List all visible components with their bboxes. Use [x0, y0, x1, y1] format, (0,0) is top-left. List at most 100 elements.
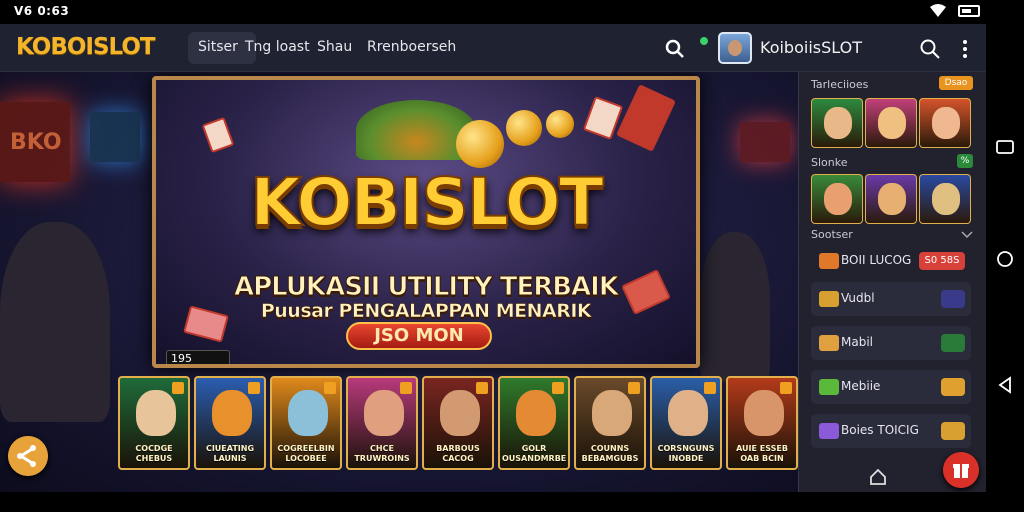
character-portrait [592, 390, 632, 436]
section-title-3: Sootser [811, 228, 853, 241]
row-label: Mebiie [841, 379, 881, 393]
section-badge-2[interactable]: % [957, 154, 973, 168]
banner-title: KOBISLOT [249, 163, 605, 242]
row-action-button[interactable]: S0 58S [919, 252, 965, 270]
screenshot-icon[interactable] [994, 136, 1016, 158]
sidebar-game-thumb[interactable] [811, 174, 863, 224]
game-tile[interactable]: COUNNS BEBAMGUBS [574, 376, 646, 470]
system-nav-bar [986, 24, 1024, 492]
character-portrait [364, 390, 404, 436]
tile-badge [476, 382, 488, 394]
sidebar-row[interactable]: Mabil [811, 326, 971, 360]
row-label: Vudbl [841, 291, 875, 305]
row-icon [819, 291, 839, 307]
game-tile-label: CHCE TRUWROINS [354, 444, 410, 463]
flying-card [616, 84, 676, 152]
tile-badge [628, 382, 640, 394]
section-title-2: Slonke [811, 156, 848, 169]
nav-item-3[interactable]: Shau [317, 39, 352, 55]
character-portrait [288, 390, 328, 436]
tile-badge [324, 382, 336, 394]
row-action-button[interactable] [941, 422, 965, 440]
tile-badge [248, 382, 260, 394]
character-portrait [668, 390, 708, 436]
game-tile-label: COGREELBIN LOCOBEE [277, 444, 335, 463]
game-tile-label: AUIE ESSEB OAB BCIN [736, 444, 788, 463]
character-portrait [878, 183, 906, 215]
gift-button-icon[interactable] [943, 452, 979, 488]
background-person [0, 222, 110, 422]
game-tile[interactable]: COGREELBIN LOCOBEE [270, 376, 342, 470]
user-avatar[interactable] [718, 32, 752, 64]
search-button-icon[interactable] [918, 37, 942, 61]
game-tile[interactable]: CORSNGUNS INOBDE [650, 376, 722, 470]
banner-tagline: Puusar PENGALAPPAN MENARIK [260, 300, 592, 323]
back-triangle-icon[interactable] [994, 374, 1016, 396]
status-time: V6 0:63 [14, 4, 70, 18]
game-tile[interactable]: CIUEATING LAUNIS [194, 376, 266, 470]
gold-coin [456, 120, 504, 168]
share-icon[interactable] [8, 436, 48, 476]
row-label: BOII LUCOG [841, 253, 912, 267]
sidebar-row[interactable]: Vudbl [811, 282, 971, 316]
home-icon[interactable] [869, 468, 887, 486]
sidebar-game-thumb[interactable] [811, 98, 863, 148]
game-tiles-row: COCDGE CHEBUS CIUEATING LAUNIS COGREELBIN … [118, 376, 798, 472]
tile-badge [704, 382, 716, 394]
character-portrait [824, 183, 852, 215]
row-action-button[interactable] [941, 290, 965, 308]
game-tile[interactable]: COCDGE CHEBUS [118, 376, 190, 470]
more-menu-icon[interactable] [958, 37, 972, 61]
bottom-bar [0, 492, 1024, 512]
character-portrait [824, 107, 852, 139]
character-portrait [744, 390, 784, 436]
section-title-1: Tarleciioes [811, 78, 869, 91]
tile-badge [780, 382, 792, 394]
row-icon [819, 253, 839, 269]
sidebar-game-thumb[interactable] [919, 174, 971, 224]
promo-banner[interactable]: KOBISLOT APLUKASII UTILITY TERBAIK Puusa… [152, 76, 700, 368]
banner-cta-button[interactable]: JSO MON [346, 322, 492, 350]
row-label: Boies TOICIG [841, 423, 919, 437]
character-portrait [136, 390, 176, 436]
character-portrait [440, 390, 480, 436]
game-tile[interactable]: AUIE ESSEB OAB BCIN [726, 376, 798, 470]
game-tile[interactable]: BARBOUS CACOG [422, 376, 494, 470]
neon-sign: BKO [0, 102, 70, 182]
banner-counter: 195 [166, 350, 230, 364]
battery-icon [958, 5, 980, 17]
sidebar-game-thumb[interactable] [919, 98, 971, 148]
row-action-button[interactable] [941, 378, 965, 396]
character-portrait [878, 107, 906, 139]
sidebar-game-thumb[interactable] [865, 98, 917, 148]
neon-sign-red [740, 122, 790, 162]
nav-item-4[interactable]: Rrenboerseh [367, 39, 456, 55]
home-circle-icon[interactable] [994, 248, 1016, 270]
nav-item-2[interactable]: Tng loast [245, 39, 310, 55]
game-tile[interactable]: CHCE TRUWROINS [346, 376, 418, 470]
row-icon [819, 423, 839, 439]
right-sidebar: Tarleciioes Dsao Slonke % Sootser BOII L… [798, 72, 986, 492]
row-action-button[interactable] [941, 334, 965, 352]
search-icon[interactable] [664, 38, 686, 60]
sidebar-row[interactable]: Boies TOICIG [811, 414, 971, 448]
gold-coin [506, 110, 542, 146]
sidebar-row[interactable]: BOII LUCOG S0 58S [811, 244, 971, 278]
game-tile[interactable]: GOLR OUSANDMRBE [498, 376, 570, 470]
game-tile-label: CIUEATING LAUNIS [205, 444, 255, 463]
chevron-down-icon[interactable] [961, 230, 973, 240]
game-tile-label: BARBOUS CACOG [436, 444, 480, 463]
character-portrait [212, 390, 252, 436]
section-badge-1[interactable]: Dsao [939, 76, 973, 90]
character-portrait [516, 390, 556, 436]
app-logo[interactable]: KOBOISLOT [16, 34, 156, 60]
status-bar: V6 0:63 [0, 0, 1024, 24]
nav-item-1[interactable]: Sitser [198, 39, 238, 55]
username[interactable]: KoiboiisSLOT [760, 38, 862, 57]
character-portrait [932, 107, 960, 139]
sidebar-row[interactable]: Mebiie [811, 370, 971, 404]
character-portrait [932, 183, 960, 215]
background-person [700, 232, 770, 382]
row-label: Mabil [841, 335, 873, 349]
sidebar-game-thumb[interactable] [865, 174, 917, 224]
